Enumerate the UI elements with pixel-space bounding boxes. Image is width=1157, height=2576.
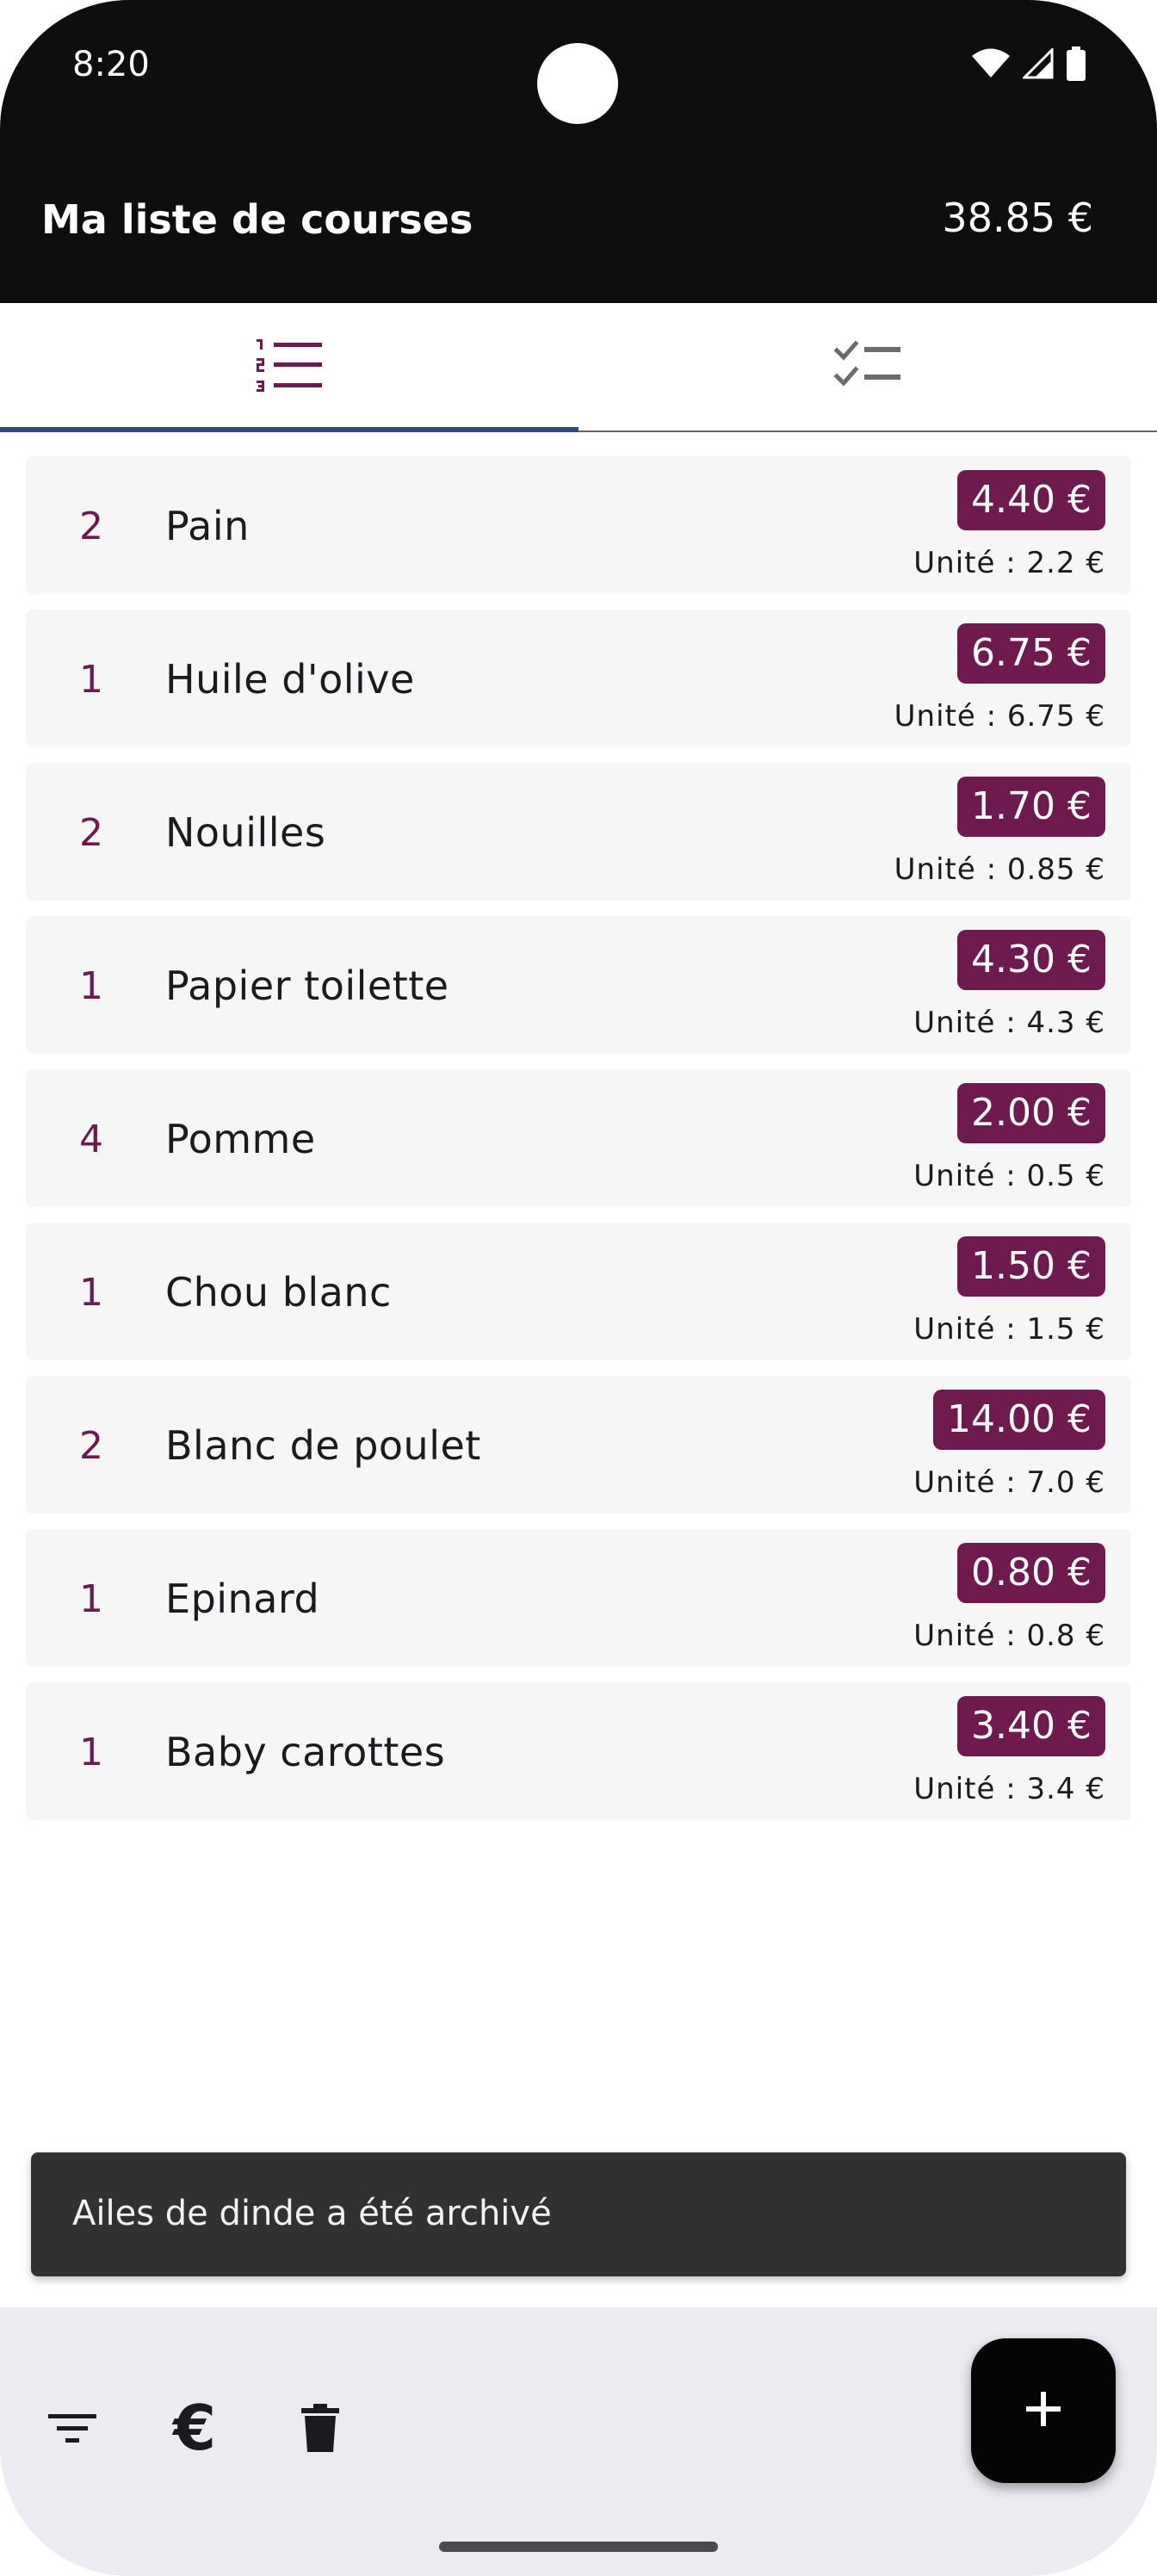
euro-icon[interactable]: € [160,2392,229,2464]
item-price-badge: 2.00 € [957,1083,1105,1143]
item-name: Pomme [165,1116,316,1162]
app-bar: 8:20 Ma liste de courses 38.85 € [0,0,1157,303]
item-unit-price: Unité : 2.2 € [913,546,1105,580]
item-price-badge: 4.30 € [957,930,1105,990]
list-item[interactable]: 1 Huile d'olive 6.75 € Unité : 6.75 € [26,610,1131,747]
item-quantity: 2 [79,505,103,548]
item-name: Blanc de poulet [165,1422,481,1469]
item-unit-price: Unité : 4.3 € [913,1006,1105,1040]
item-price-badge: 14.00 € [933,1390,1105,1450]
item-quantity: 2 [79,811,103,855]
tab-bar [0,303,1157,432]
item-quantity: 1 [79,1271,103,1315]
add-icon [1024,2390,1062,2432]
item-name: Baby carottes [165,1729,446,1775]
item-quantity: 1 [79,658,103,702]
list-item[interactable]: 2 Blanc de poulet 14.00 € Unité : 7.0 € [26,1376,1131,1514]
shopping-list: 2 Pain 4.40 € Unité : 2.2 € 1 Huile d'ol… [26,456,1131,1836]
item-name: Huile d'olive [165,656,415,703]
list-item[interactable]: 1 Chou blanc 1.50 € Unité : 1.5 € [26,1223,1131,1360]
delete-icon[interactable] [286,2393,355,2462]
checklist-icon [833,339,902,394]
item-unit-price: Unité : 0.8 € [913,1619,1105,1653]
list-item[interactable]: 1 Epinard 0.80 € Unité : 0.8 € [26,1529,1131,1667]
screen: 8:20 Ma liste de courses 38.85 € 2 Pain … [0,0,1157,2576]
item-name: Nouilles [165,809,326,856]
item-quantity: 1 [79,964,103,1008]
snackbar-message: Ailes de dinde a été archivé [72,2194,552,2233]
item-price-badge: 0.80 € [957,1543,1105,1603]
item-unit-price: Unité : 3.4 € [913,1772,1105,1806]
app-title: Ma liste de courses [41,196,473,243]
item-unit-price: Unité : 6.75 € [894,699,1105,734]
item-quantity: 1 [79,1577,103,1621]
list-item[interactable]: 1 Baby carottes 3.40 € Unité : 3.4 € [26,1682,1131,1820]
wifi-icon [971,48,1011,84]
item-price-badge: 4.40 € [957,470,1105,530]
item-unit-price: Unité : 1.5 € [913,1312,1105,1347]
numbered-list-icon [257,337,322,397]
list-item[interactable]: 2 Pain 4.40 € Unité : 2.2 € [26,456,1131,594]
item-quantity: 4 [79,1118,103,1161]
item-quantity: 1 [79,1731,103,1774]
item-unit-price: Unité : 0.5 € [913,1159,1105,1193]
item-price-badge: 1.50 € [957,1236,1105,1297]
list-item[interactable]: 2 Nouilles 1.70 € Unité : 0.85 € [26,763,1131,901]
item-quantity: 2 [79,1424,103,1468]
add-item-button[interactable] [971,2338,1116,2483]
bottom-app-bar: € [0,2307,1157,2576]
item-price-badge: 1.70 € [957,777,1105,837]
item-price-badge: 3.40 € [957,1696,1105,1756]
item-name: Chou blanc [165,1269,392,1316]
list-total: 38.85 € [942,195,1093,241]
item-unit-price: Unité : 0.85 € [894,852,1105,887]
item-unit-price: Unité : 7.0 € [913,1465,1105,1500]
euro-glyph: € [172,2392,217,2464]
tab-checked[interactable] [578,303,1157,430]
status-time: 8:20 [72,45,150,84]
filter-icon[interactable] [38,2393,107,2462]
list-item[interactable]: 4 Pomme 2.00 € Unité : 0.5 € [26,1069,1131,1207]
item-name: Pain [165,503,250,549]
signal-icon [1021,46,1054,84]
tab-list[interactable] [0,303,578,432]
battery-icon [1066,46,1086,85]
item-price-badge: 6.75 € [957,623,1105,684]
camera-cutout [537,43,618,124]
home-indicator[interactable] [439,2542,718,2552]
status-icons [971,46,1086,85]
item-name: Papier toilette [165,963,449,1009]
snackbar: Ailes de dinde a été archivé [31,2152,1126,2276]
list-item[interactable]: 1 Papier toilette 4.30 € Unité : 4.3 € [26,916,1131,1054]
item-name: Epinard [165,1576,320,1622]
